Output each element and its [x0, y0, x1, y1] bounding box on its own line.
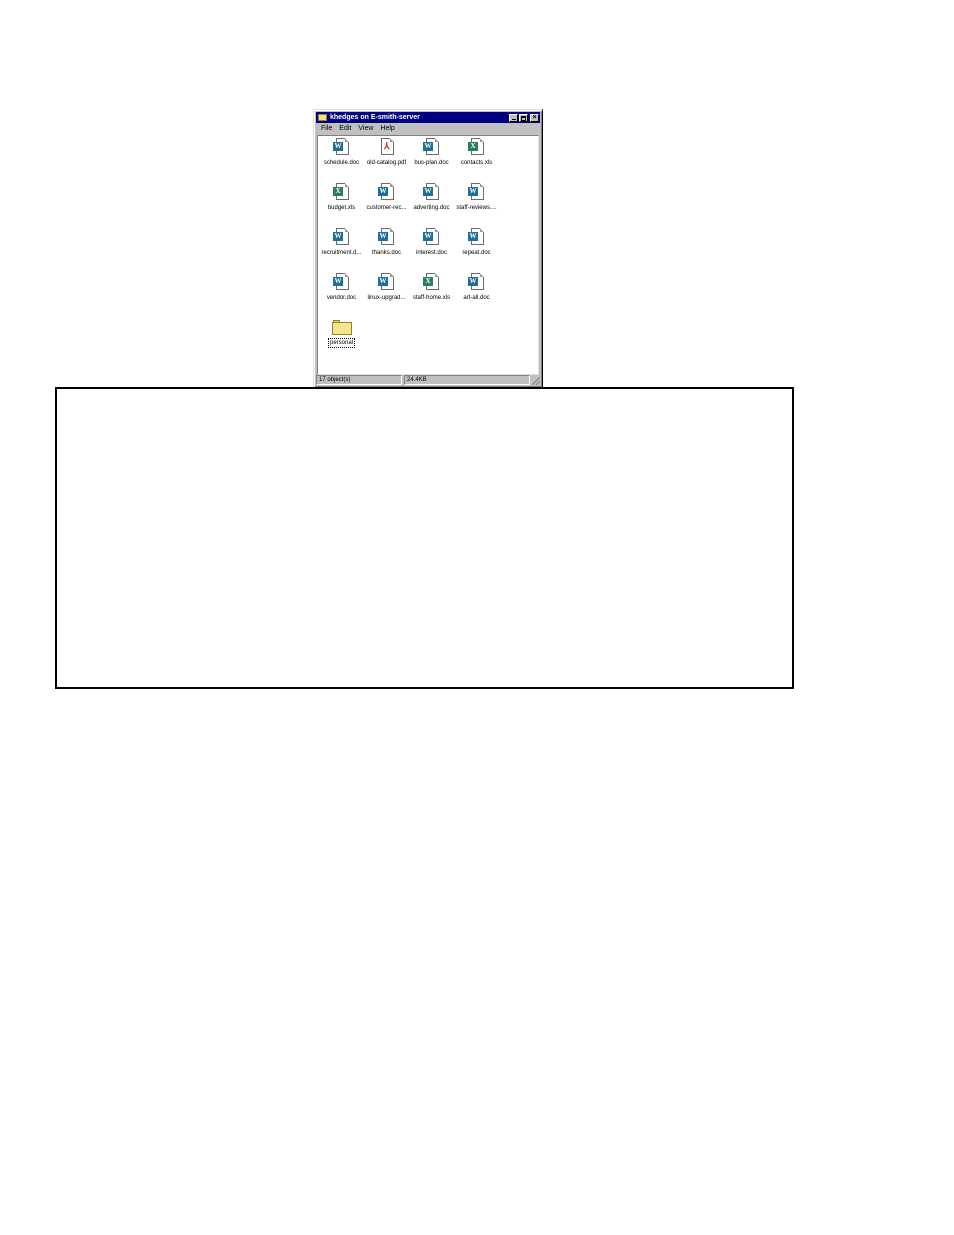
title-bar-buttons: ×	[508, 113, 539, 122]
file-label: vendor.doc	[326, 295, 357, 301]
word-file-icon: W	[423, 183, 440, 202]
menu-view[interactable]: View	[358, 124, 373, 134]
file-label: personal	[327, 338, 355, 348]
file-list-pane[interactable]: Wschedule.doc ⅄ old-catalog.pdf Wbus-plan.d…	[317, 135, 539, 375]
status-object-count: 17 object(s)	[316, 375, 402, 385]
file-item[interactable]: Wschedule.doc	[319, 136, 364, 181]
file-item[interactable]: Wthanks.doc	[364, 226, 409, 271]
file-label: schedule.doc	[323, 160, 360, 166]
file-label: old-catalog.pdf	[366, 160, 407, 166]
word-file-icon: W	[378, 183, 395, 202]
empty-bordered-box	[55, 387, 794, 689]
file-label: art-all.doc	[463, 295, 490, 301]
folder-item[interactable]: personal	[319, 316, 364, 361]
file-item[interactable]: Wlinux-upgrad...	[364, 271, 409, 316]
maximize-button[interactable]	[519, 113, 528, 122]
page: khedges on E-smith-server × File Edit Vi…	[0, 0, 954, 1235]
file-label: staff-reviews....	[456, 205, 497, 211]
word-file-icon: W	[333, 228, 350, 247]
excel-file-icon: X	[333, 183, 350, 202]
folder-icon	[331, 320, 352, 336]
file-label: staff-home.xls	[412, 295, 451, 301]
icon-grid: Wschedule.doc ⅄ old-catalog.pdf Wbus-plan.d…	[318, 136, 519, 361]
file-label: interest.doc	[415, 250, 448, 256]
file-item[interactable]: Wrepeat.doc	[454, 226, 499, 271]
file-label: bus-plan.doc	[414, 160, 449, 166]
file-item[interactable]: Wstaff-reviews....	[454, 181, 499, 226]
file-item[interactable]: Wrecruitment.d...	[319, 226, 364, 271]
file-item[interactable]: Wart-all.doc	[454, 271, 499, 316]
resize-grip[interactable]	[532, 377, 540, 385]
menu-file[interactable]: File	[321, 124, 332, 134]
explorer-window[interactable]: khedges on E-smith-server × File Edit Vi…	[313, 109, 543, 388]
file-item[interactable]: Wvendor.doc	[319, 271, 364, 316]
file-label: linux-upgrad...	[367, 295, 406, 301]
file-label: customer-rec...	[366, 205, 407, 211]
word-file-icon: W	[333, 273, 350, 292]
file-item[interactable]: Xstaff-home.xls	[409, 271, 454, 316]
file-item[interactable]: Winterest.doc	[409, 226, 454, 271]
file-item[interactable]: Wadverting.doc	[409, 181, 454, 226]
excel-file-icon: X	[468, 138, 485, 157]
word-file-icon: W	[468, 183, 485, 202]
excel-file-icon: X	[423, 273, 440, 292]
word-file-icon: W	[423, 228, 440, 247]
window-title: khedges on E-smith-server	[330, 114, 420, 121]
file-label: repeat.doc	[462, 250, 491, 256]
minimize-button[interactable]	[509, 113, 518, 122]
file-label: contacts.xls	[460, 160, 493, 166]
word-file-icon: W	[468, 228, 485, 247]
file-item[interactable]: ⅄ old-catalog.pdf	[364, 136, 409, 181]
file-item[interactable]: Xcontacts.xls	[454, 136, 499, 181]
pdf-file-icon: ⅄	[378, 138, 395, 157]
file-item[interactable]: Xbudget.xls	[319, 181, 364, 226]
menu-help[interactable]: Help	[380, 124, 394, 134]
status-bar: 17 object(s) 24.4KB	[316, 375, 540, 385]
file-label: thanks.doc	[371, 250, 402, 256]
word-file-icon: W	[333, 138, 350, 157]
word-file-icon: W	[468, 273, 485, 292]
menu-bar: File Edit View Help	[316, 124, 540, 134]
file-item[interactable]: Wbus-plan.doc	[409, 136, 454, 181]
folder-icon	[318, 114, 327, 121]
close-button[interactable]: ×	[530, 113, 539, 122]
file-label: recruitment.d...	[321, 250, 362, 256]
word-file-icon: W	[378, 273, 395, 292]
menu-edit[interactable]: Edit	[339, 124, 351, 134]
status-size: 24.4KB	[404, 375, 530, 385]
word-file-icon: W	[423, 138, 440, 157]
file-label: adverting.doc	[413, 205, 450, 211]
title-bar[interactable]: khedges on E-smith-server ×	[316, 112, 540, 123]
file-item[interactable]: Wcustomer-rec...	[364, 181, 409, 226]
file-label: budget.xls	[327, 205, 356, 211]
word-file-icon: W	[378, 228, 395, 247]
